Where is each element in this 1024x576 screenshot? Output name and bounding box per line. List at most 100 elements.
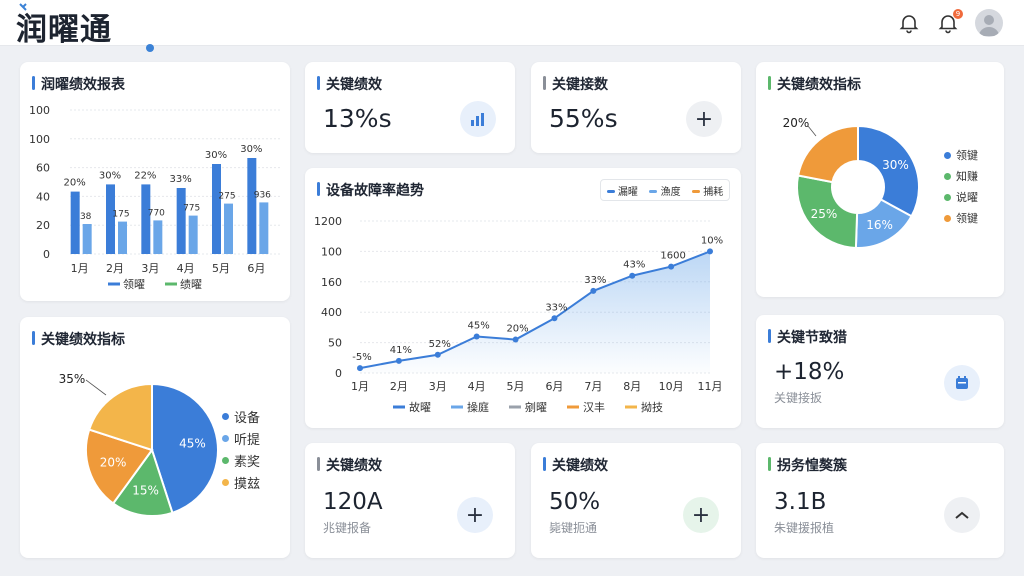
bar-data-label: 22% bbox=[134, 170, 156, 181]
bar-inner-label: 775 bbox=[183, 204, 200, 214]
kpi-subtitle: 关键接扳 bbox=[774, 391, 823, 405]
y-tick-label: 40 bbox=[36, 190, 50, 203]
data-point bbox=[590, 287, 597, 294]
notification-badge: 9 bbox=[953, 9, 963, 19]
y-tick-label: 100 bbox=[29, 104, 50, 117]
bar bbox=[82, 224, 92, 254]
card-title: 关键节致猎 bbox=[768, 327, 847, 347]
x-tick-label: 10月 bbox=[659, 380, 684, 393]
kpi-card-4: 关键绩效 120A 兆键报备 + bbox=[305, 443, 515, 558]
performance-report-card: 润曜绩效报表 100 100 60 40 20 0 20% 38 1月 30% 175 2月 22% 77… bbox=[20, 62, 290, 301]
y-tick-label: 400 bbox=[321, 306, 342, 319]
legend-item: 听提 bbox=[222, 429, 260, 448]
data-point bbox=[629, 272, 636, 279]
y-tick-label: 0 bbox=[335, 367, 342, 380]
slice-label: 30% bbox=[882, 158, 909, 172]
leader-line bbox=[85, 379, 107, 396]
line-chart: 1200 100 160 400 50 0 -5% 1月 41% 2月 52% 3月 45% 4月 20% 5… bbox=[314, 215, 723, 414]
legend-item: 领键 bbox=[944, 147, 978, 163]
bar-chart-icon[interactable] bbox=[460, 101, 496, 137]
x-tick-label: 7月 bbox=[584, 380, 602, 393]
y-tick-label: 60 bbox=[36, 162, 50, 175]
pie-slice bbox=[796, 124, 859, 184]
point-label: 33% bbox=[584, 275, 606, 286]
add-button[interactable]: + bbox=[683, 497, 719, 533]
kpi-value: 50% bbox=[549, 489, 601, 515]
bar-inner-label: 175 bbox=[112, 210, 129, 220]
card-title: 关键绩效 bbox=[543, 455, 608, 475]
bar bbox=[141, 184, 151, 254]
legend-label: 汉丰 bbox=[583, 401, 605, 414]
point-label: 33% bbox=[545, 302, 567, 313]
slice-label: 15% bbox=[132, 483, 159, 497]
bar bbox=[188, 215, 198, 254]
kpi-card-2: 关键接数 55%s + bbox=[531, 62, 741, 153]
x-tick-label: 6月 bbox=[545, 380, 563, 393]
add-button[interactable]: + bbox=[686, 101, 722, 137]
bar-chart: 100 100 60 40 20 0 20% 38 1月 30% 175 2月 22% 770 3月 33% 7… bbox=[29, 104, 282, 291]
trend-icon[interactable] bbox=[944, 497, 980, 533]
slice-label: 35% bbox=[59, 372, 86, 386]
x-tick-label: 4月 bbox=[177, 262, 195, 275]
bar-data-label: 20% bbox=[64, 178, 86, 189]
x-tick-label: 5月 bbox=[212, 262, 230, 275]
point-label: 10% bbox=[701, 235, 723, 246]
y-tick-label: 160 bbox=[321, 276, 342, 289]
x-tick-label: 6月 bbox=[247, 262, 265, 275]
data-point bbox=[473, 333, 480, 340]
data-point bbox=[357, 365, 363, 372]
bar-inner-label: 936 bbox=[254, 190, 271, 200]
legend-item: 素奖 bbox=[222, 451, 260, 470]
card-title: 关键绩效 bbox=[317, 74, 382, 94]
point-label: -5% bbox=[352, 352, 371, 363]
legend-label: 拗技 bbox=[641, 400, 663, 414]
data-point bbox=[551, 315, 558, 322]
slice-label: 25% bbox=[811, 207, 838, 221]
x-tick-label: 1月 bbox=[351, 380, 369, 393]
fault-rate-trend-card: 设备故障率趋势 漏曜 漁度 捕耗 1200 100 160 400 50 0 -5% 1月 41… bbox=[305, 168, 741, 428]
legend-label: 故曜 bbox=[409, 400, 431, 414]
calendar-icon[interactable] bbox=[944, 365, 980, 401]
kpi-card-6: 拐务惶獒簇 3.1B 朱键援报植 bbox=[756, 443, 1004, 558]
card-title: 关键绩效 bbox=[317, 455, 382, 475]
slice-label: 20% bbox=[100, 456, 127, 470]
x-tick-label: 8月 bbox=[623, 380, 641, 393]
kpi-card-3: 关键节致猎 +18% 关键接扳 bbox=[756, 315, 1004, 428]
slice-label: 16% bbox=[866, 218, 893, 232]
kpi-card-5: 关键绩效 50% 毙键扼通 + bbox=[531, 443, 741, 558]
kpi-subtitle: 兆键报备 bbox=[323, 521, 372, 535]
legend-item: 说曜 bbox=[944, 189, 978, 205]
y-tick-label: 50 bbox=[328, 337, 342, 350]
bar bbox=[70, 191, 80, 254]
app-logo[interactable]: 润曜通 bbox=[16, 4, 112, 49]
legend-item: 摸玆 bbox=[222, 473, 260, 492]
y-tick-label: 0 bbox=[43, 248, 50, 261]
point-label: 41% bbox=[390, 345, 412, 356]
bar bbox=[118, 221, 127, 254]
legend-item: 设备 bbox=[222, 407, 260, 426]
bar-inner-label: 770 bbox=[148, 208, 165, 218]
x-tick-label: 1月 bbox=[71, 262, 89, 275]
kpi-value: 13%s bbox=[323, 104, 392, 133]
bar-data-label: 30% bbox=[99, 170, 121, 181]
data-point bbox=[707, 248, 713, 255]
point-label: 20% bbox=[506, 324, 528, 335]
bell-icon[interactable] bbox=[897, 11, 921, 35]
kpi-value: +18% bbox=[774, 359, 845, 385]
logo-dot bbox=[146, 44, 154, 52]
user-avatar[interactable] bbox=[975, 9, 1003, 37]
add-button[interactable]: + bbox=[457, 497, 493, 533]
kpi-subtitle: 朱键援报植 bbox=[774, 521, 835, 535]
point-label: 45% bbox=[468, 321, 490, 332]
legend-item: 领键 bbox=[944, 210, 978, 226]
bar-data-label: 30% bbox=[240, 144, 262, 155]
bar-inner-label: 38 bbox=[80, 212, 92, 222]
notification-bell-icon[interactable]: 9 bbox=[936, 9, 963, 35]
x-tick-label: 3月 bbox=[429, 380, 447, 393]
kpi-value: 120A bbox=[323, 489, 383, 515]
top-bar: 润曜通 9 bbox=[0, 0, 1024, 52]
x-tick-label: 5月 bbox=[507, 380, 525, 393]
y-tick-label: 100 bbox=[321, 245, 342, 258]
legend-label: 剜曜 bbox=[525, 400, 547, 414]
x-tick-label: 11月 bbox=[698, 380, 723, 393]
